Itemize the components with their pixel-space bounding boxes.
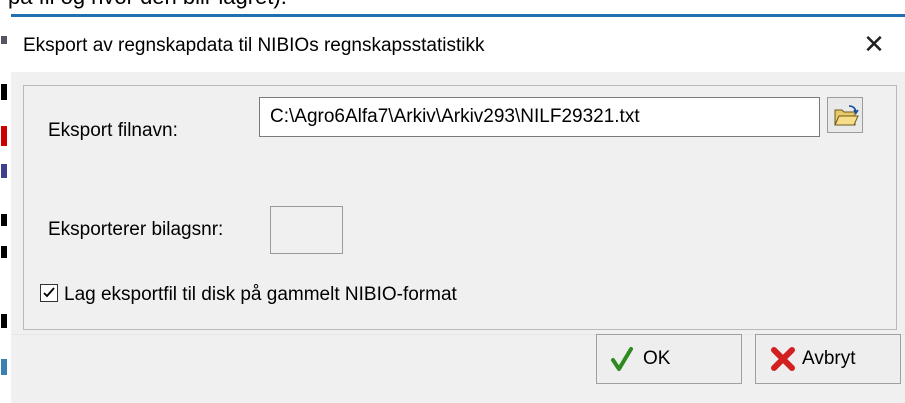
dialog-title: Eksport av regnskapdata til NIBIOs regns… — [23, 35, 485, 56]
browse-folder-button[interactable] — [827, 97, 863, 133]
bilagsnr-label: Eksporterer bilagsnr: — [48, 219, 224, 240]
export-filename-label: Eksport filnavn: — [48, 120, 178, 141]
cancel-label: Avbryt — [802, 348, 856, 369]
dialog-titlebar: Eksport av regnskapdata til NIBIOs regns… — [11, 17, 905, 72]
margin-mark — [1, 246, 7, 258]
ok-button[interactable]: OK — [596, 334, 742, 384]
old-format-checkbox[interactable] — [40, 284, 58, 302]
checkmark-icon — [43, 287, 55, 298]
close-button[interactable]: ✕ — [843, 17, 905, 72]
margin-mark — [1, 214, 7, 226]
old-format-label[interactable]: Lag eksportfil til disk på gammelt NIBIO… — [64, 284, 457, 306]
margin-mark — [1, 314, 7, 328]
export-filename-input[interactable] — [259, 97, 820, 137]
margin-mark — [1, 36, 7, 44]
ok-checkmark-icon — [611, 347, 633, 371]
folder-open-icon — [834, 105, 859, 126]
margin-mark — [1, 164, 7, 178]
margin-mark — [1, 359, 7, 375]
cancel-x-icon — [771, 347, 795, 371]
background-document-text: på fil og hvor den blir lagret). — [8, 0, 287, 10]
margin-mark — [1, 126, 7, 146]
cancel-button[interactable]: Avbryt — [755, 334, 901, 384]
ok-label: OK — [643, 348, 671, 369]
bilagsnr-field — [270, 206, 343, 254]
margin-mark — [1, 84, 7, 100]
